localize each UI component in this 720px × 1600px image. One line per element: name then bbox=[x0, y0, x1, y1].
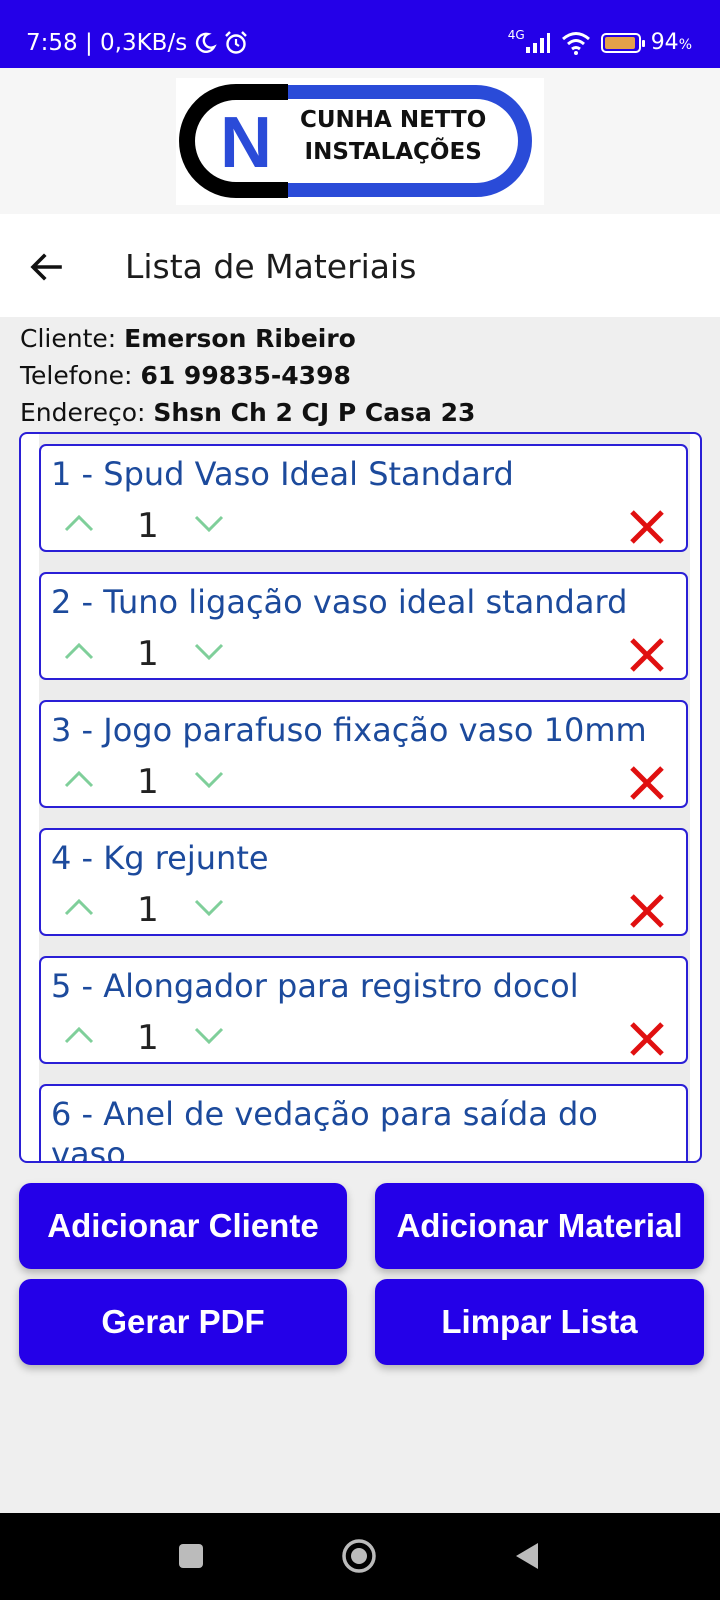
material-name: 1 - Spud Vaso Ideal Standard bbox=[51, 455, 514, 493]
material-item: 5 - Alongador para registro docol 1 bbox=[39, 956, 688, 1064]
status-bar: 7:58 | 0,3KB/s 4G 94% bbox=[0, 0, 720, 68]
chevron-up-icon[interactable] bbox=[61, 764, 97, 794]
material-name: 6 - Anel de vedação para saída do bbox=[51, 1095, 598, 1133]
company-logo: N CUNHA NETTO INSTALAÇÕES bbox=[176, 78, 544, 205]
battery-icon bbox=[600, 32, 645, 53]
material-name-continued: vaso bbox=[51, 1135, 126, 1163]
client-name: Emerson Ribeiro bbox=[124, 324, 356, 353]
chevron-up-icon[interactable] bbox=[61, 1020, 97, 1050]
material-item: 2 - Tuno ligação vaso ideal standard 1 bbox=[39, 572, 688, 680]
chevron-up-icon[interactable] bbox=[61, 636, 97, 666]
client-phone: 61 99835-4398 bbox=[140, 361, 351, 390]
battery-level: 94 bbox=[650, 30, 679, 55]
signal-icon bbox=[525, 32, 550, 53]
material-item: 6 - Anel de vedação para saída do vaso bbox=[39, 1084, 688, 1163]
home-circle-icon[interactable] bbox=[341, 1538, 377, 1574]
material-name: 4 - Kg rejunte bbox=[51, 839, 269, 877]
chevron-down-icon[interactable] bbox=[191, 508, 227, 538]
material-quantity: 1 bbox=[137, 1018, 159, 1058]
delete-x-icon[interactable] bbox=[627, 1020, 667, 1058]
material-name: 2 - Tuno ligação vaso ideal standard bbox=[51, 583, 628, 621]
generate-pdf-button[interactable]: Gerar PDF bbox=[19, 1279, 347, 1365]
chevron-down-icon[interactable] bbox=[191, 1020, 227, 1050]
material-item: 3 - Jogo parafuso fixação vaso 10mm 1 bbox=[39, 700, 688, 808]
client-label: Cliente: bbox=[20, 324, 117, 353]
delete-x-icon[interactable] bbox=[627, 636, 667, 674]
material-name: 3 - Jogo parafuso fixação vaso 10mm bbox=[51, 711, 647, 749]
material-quantity: 1 bbox=[137, 506, 159, 546]
material-quantity: 1 bbox=[137, 762, 159, 802]
add-material-button[interactable]: Adicionar Material bbox=[375, 1183, 704, 1269]
page-title: Lista de Materiais bbox=[125, 247, 417, 286]
back-triangle-icon[interactable] bbox=[512, 1540, 542, 1572]
recents-square-icon[interactable] bbox=[176, 1541, 206, 1571]
material-name: 5 - Alongador para registro docol bbox=[51, 967, 579, 1005]
moon-icon bbox=[196, 32, 217, 53]
client-address: Shsn Ch 2 CJ P Casa 23 bbox=[153, 398, 476, 427]
status-time: 7:58 | 0,3KB/s bbox=[26, 30, 188, 56]
logo-area: N CUNHA NETTO INSTALAÇÕES bbox=[0, 68, 720, 214]
phone-label: Telefone: bbox=[20, 361, 133, 390]
material-item: 1 - Spud Vaso Ideal Standard 1 bbox=[39, 444, 688, 552]
chevron-up-icon[interactable] bbox=[61, 892, 97, 922]
chevron-down-icon[interactable] bbox=[191, 892, 227, 922]
logo-text: CUNHA NETTO INSTALAÇÕES bbox=[300, 107, 487, 165]
client-info: Cliente: Emerson Ribeiro Telefone: 61 99… bbox=[20, 320, 475, 431]
add-client-button[interactable]: Adicionar Cliente bbox=[19, 1183, 347, 1269]
system-nav-bar bbox=[0, 1513, 720, 1600]
material-quantity: 1 bbox=[137, 890, 159, 930]
app-bar: Lista de Materiais bbox=[0, 214, 720, 317]
logo-letter: N bbox=[220, 103, 272, 183]
network-type: 4G bbox=[507, 27, 525, 42]
delete-x-icon[interactable] bbox=[627, 764, 667, 802]
chevron-up-icon[interactable] bbox=[61, 508, 97, 538]
material-item: 4 - Kg rejunte 1 bbox=[39, 828, 688, 936]
clear-list-button[interactable]: Limpar Lista bbox=[375, 1279, 704, 1365]
address-label: Endereço: bbox=[20, 398, 146, 427]
wifi-icon bbox=[561, 31, 590, 55]
delete-x-icon[interactable] bbox=[627, 508, 667, 546]
alarm-icon bbox=[225, 31, 248, 54]
material-quantity: 1 bbox=[137, 634, 159, 674]
materials-list[interactable]: 1 - Spud Vaso Ideal Standard 1 2 - Tuno … bbox=[19, 432, 702, 1163]
chevron-down-icon[interactable] bbox=[191, 636, 227, 666]
chevron-down-icon[interactable] bbox=[191, 764, 227, 794]
delete-x-icon[interactable] bbox=[627, 892, 667, 930]
back-arrow-icon[interactable] bbox=[24, 244, 70, 290]
